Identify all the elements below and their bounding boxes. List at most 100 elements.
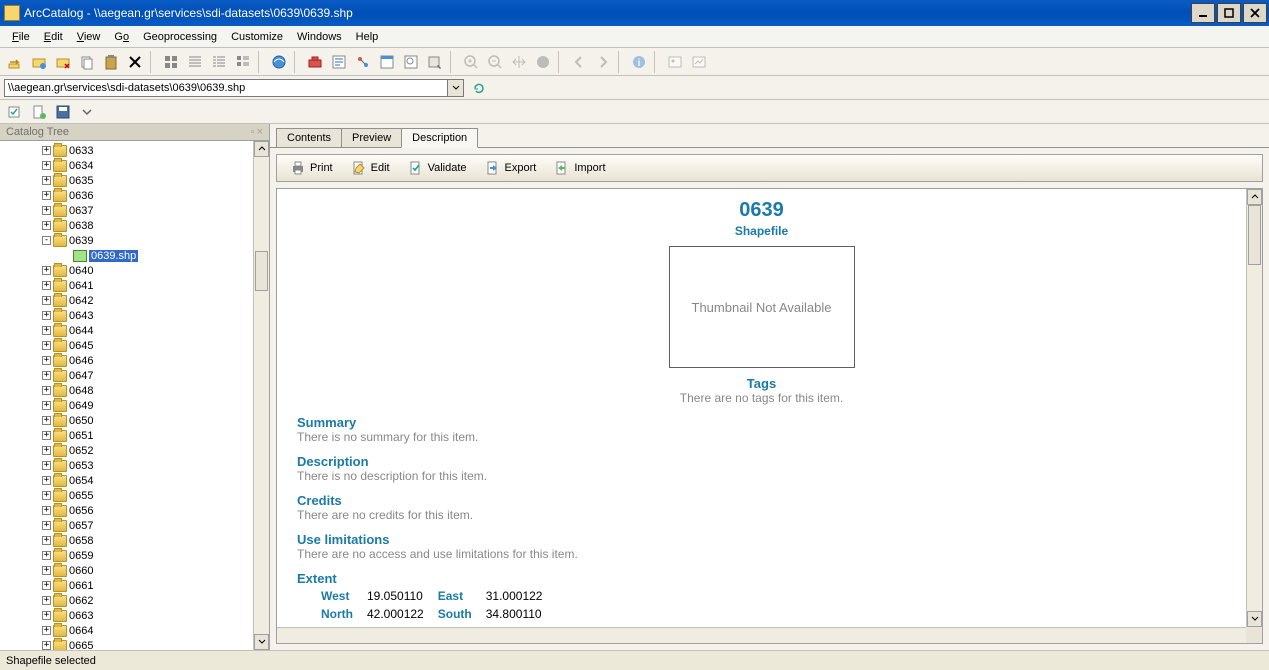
expand-icon[interactable]: + xyxy=(42,311,51,320)
tree-item-folder[interactable]: +0634 xyxy=(0,158,253,173)
doc-vscrollbar[interactable] xyxy=(1246,189,1262,627)
expand-icon[interactable]: + xyxy=(42,416,51,425)
tree-item-folder[interactable]: +0650 xyxy=(0,413,253,428)
menu-windows[interactable]: Windows xyxy=(291,29,348,45)
tree-item-folder[interactable]: +0659 xyxy=(0,548,253,563)
tab-contents[interactable]: Contents xyxy=(276,128,342,148)
tree-item-folder[interactable]: +0642 xyxy=(0,293,253,308)
menu-customize[interactable]: Customize xyxy=(225,29,289,45)
tree-item-shapefile[interactable]: 0639.shp xyxy=(0,248,253,263)
tree-item-folder[interactable]: +0646 xyxy=(0,353,253,368)
panel-pin-icon[interactable]: ▫ xyxy=(251,126,255,138)
tree-item-folder[interactable]: +0643 xyxy=(0,308,253,323)
expand-icon[interactable]: + xyxy=(42,191,51,200)
doc-scroll-down[interactable] xyxy=(1247,611,1262,627)
expand-icon[interactable]: + xyxy=(42,521,51,530)
expand-icon[interactable]: + xyxy=(42,326,51,335)
validate-button[interactable]: Validate xyxy=(401,157,474,179)
python-button[interactable] xyxy=(328,51,350,73)
menu-help[interactable]: Help xyxy=(350,29,385,45)
check-button[interactable] xyxy=(4,101,26,123)
options-dropdown-button[interactable] xyxy=(424,51,446,73)
expand-icon[interactable]: + xyxy=(42,611,51,620)
catalog-tree[interactable]: +0633+0634+0635+0636+0637+0638-06390639.… xyxy=(0,141,253,650)
print-button[interactable]: Print xyxy=(283,157,340,179)
tree-item-folder[interactable]: +0641 xyxy=(0,278,253,293)
thumbnail-button[interactable] xyxy=(664,51,686,73)
tree-item-folder[interactable]: +0645 xyxy=(0,338,253,353)
tree-item-folder[interactable]: +0663 xyxy=(0,608,253,623)
expand-icon[interactable]: + xyxy=(42,146,51,155)
menu-go[interactable]: Go xyxy=(108,29,135,45)
copy-button[interactable] xyxy=(76,51,98,73)
expand-icon[interactable]: + xyxy=(42,161,51,170)
toolbox-button[interactable] xyxy=(304,51,326,73)
tree-item-folder[interactable]: +0653 xyxy=(0,458,253,473)
back-button[interactable] xyxy=(568,51,590,73)
expand-icon[interactable]: + xyxy=(42,641,51,650)
edit-button[interactable]: Edit xyxy=(344,157,397,179)
refresh-button[interactable] xyxy=(468,77,490,99)
list-button[interactable] xyxy=(184,51,206,73)
expand-icon[interactable]: + xyxy=(42,506,51,515)
menu-view[interactable]: View xyxy=(71,29,107,45)
large-icons-button[interactable] xyxy=(160,51,182,73)
tree-item-folder[interactable]: +0652 xyxy=(0,443,253,458)
thumbnails-button[interactable] xyxy=(232,51,254,73)
tree-item-folder[interactable]: +0637 xyxy=(0,203,253,218)
expand-icon[interactable]: + xyxy=(42,386,51,395)
collapse-icon[interactable]: - xyxy=(42,236,51,245)
tree-item-folder[interactable]: +0661 xyxy=(0,578,253,593)
tree-item-folder[interactable]: +0636 xyxy=(0,188,253,203)
close-button[interactable] xyxy=(1243,3,1267,23)
import-button[interactable]: Import xyxy=(547,157,612,179)
tree-item-folder[interactable]: +0662 xyxy=(0,593,253,608)
expand-icon[interactable]: + xyxy=(42,461,51,470)
tree-item-folder[interactable]: +0658 xyxy=(0,533,253,548)
tree-item-folder[interactable]: +0657 xyxy=(0,518,253,533)
expand-icon[interactable]: + xyxy=(42,551,51,560)
tree-item-folder[interactable]: +0638 xyxy=(0,218,253,233)
details-button[interactable] xyxy=(208,51,230,73)
tree-item-folder[interactable]: +0633 xyxy=(0,143,253,158)
modelbuilder-button[interactable] xyxy=(352,51,374,73)
scroll-up-button[interactable] xyxy=(254,141,269,157)
tree-item-folder[interactable]: +0648 xyxy=(0,383,253,398)
expand-icon[interactable]: + xyxy=(42,266,51,275)
disconnect-folder-button[interactable] xyxy=(52,51,74,73)
expand-icon[interactable]: + xyxy=(42,596,51,605)
tree-item-folder[interactable]: +0635 xyxy=(0,173,253,188)
tree-item-folder[interactable]: +0660 xyxy=(0,563,253,578)
more-dropdown-button[interactable] xyxy=(76,101,98,123)
expand-icon[interactable]: + xyxy=(42,341,51,350)
identify-button[interactable]: i xyxy=(628,51,650,73)
pan-button[interactable] xyxy=(508,51,530,73)
paste-button[interactable] xyxy=(100,51,122,73)
connect-folder-button[interactable] xyxy=(28,51,50,73)
search-window-button[interactable] xyxy=(400,51,422,73)
zoom-out-button[interactable] xyxy=(484,51,506,73)
maximize-button[interactable] xyxy=(1217,3,1241,23)
expand-icon[interactable]: + xyxy=(42,476,51,485)
tree-item-folder[interactable]: +0655 xyxy=(0,488,253,503)
launch-arcmap-button[interactable] xyxy=(268,51,290,73)
tree-item-folder[interactable]: -0639 xyxy=(0,233,253,248)
doc-scroll-up[interactable] xyxy=(1247,189,1262,205)
scroll-thumb[interactable] xyxy=(255,251,268,291)
tree-item-folder[interactable]: +0665 xyxy=(0,638,253,650)
full-extent-button[interactable] xyxy=(532,51,554,73)
expand-icon[interactable]: + xyxy=(42,401,51,410)
expand-icon[interactable]: + xyxy=(42,566,51,575)
expand-icon[interactable]: + xyxy=(42,446,51,455)
menu-edit[interactable]: Edit xyxy=(38,29,69,45)
doc-scroll-thumb[interactable] xyxy=(1248,205,1261,265)
tree-item-folder[interactable]: +0649 xyxy=(0,398,253,413)
delete-button[interactable] xyxy=(124,51,146,73)
expand-icon[interactable]: + xyxy=(42,281,51,290)
tab-preview[interactable]: Preview xyxy=(341,128,402,148)
expand-icon[interactable]: + xyxy=(42,431,51,440)
expand-icon[interactable]: + xyxy=(42,626,51,635)
tree-item-folder[interactable]: +0644 xyxy=(0,323,253,338)
expand-icon[interactable]: + xyxy=(42,221,51,230)
expand-icon[interactable]: + xyxy=(42,296,51,305)
